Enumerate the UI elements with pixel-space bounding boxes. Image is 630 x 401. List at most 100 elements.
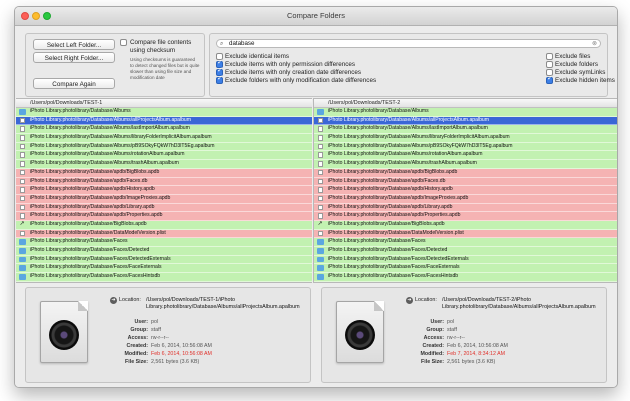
list-item[interactable]: ↗ iPhoto Library.photolibrary/Database/Bi…	[314, 220, 617, 230]
list-item[interactable]: iPhoto Library.photolibrary/Database/Alb…	[16, 116, 312, 126]
list-item[interactable]: iPhoto Library.photolibrary/Database/apd…	[16, 177, 312, 187]
exclude-files-option[interactable]: Exclude files	[546, 53, 590, 60]
group-row: Group: staff	[426, 327, 457, 333]
exclude-folders-checkbox[interactable]	[546, 61, 553, 68]
access-row: Access: rw-r--r--	[423, 335, 465, 341]
created-row: Created: Feb 6, 2014, 10:56:08 AM	[126, 343, 212, 349]
checksum-option[interactable]: Compare file contents using checksum	[120, 39, 204, 54]
exclude-modification-checkbox[interactable]	[216, 75, 223, 84]
list-item-label: iPhoto Library.photolibrary/Database/Big…	[328, 220, 445, 227]
list-item[interactable]: iPhoto Library.photolibrary/Database/Fac…	[314, 247, 617, 256]
reveal-location-icon[interactable]: ➜	[110, 297, 117, 304]
file-icon	[318, 161, 323, 167]
file-icon	[20, 152, 25, 158]
list-item[interactable]: iPhoto Library.photolibrary/Database/Dat…	[16, 229, 312, 239]
exclude-symlinks-option[interactable]: Exclude symLinks	[546, 69, 605, 76]
left-file-list[interactable]: /Users/pol/Downloads/TEST-1 iPhoto Libra…	[16, 98, 312, 283]
list-item[interactable]: iPhoto Library.photolibrary/Database/Alb…	[314, 151, 617, 161]
list-item[interactable]: iPhoto Library.photolibrary/Database/apd…	[16, 186, 312, 195]
list-item-label: iPhoto Library.photolibrary/Database/apd…	[30, 186, 155, 193]
folder-icon	[317, 274, 324, 280]
list-item[interactable]: iPhoto Library.photolibrary/Database/Alb…	[314, 116, 617, 126]
group-row: Group: staff	[130, 327, 161, 333]
list-item[interactable]: ↗ iPhoto Library.photolibrary/Database/Bi…	[16, 220, 312, 230]
list-item[interactable]: iPhoto Library.photolibrary/Database/Fac…	[314, 273, 617, 282]
right-file-info: ➜ Location: /Users/pol/Downloads/TEST-2/…	[321, 287, 607, 383]
list-item[interactable]: iPhoto Library.photolibrary/Database/Alb…	[16, 134, 312, 143]
file-icon	[20, 126, 25, 132]
list-item-label: iPhoto Library.photolibrary/Database/Fac…	[328, 247, 448, 253]
file-icon	[318, 135, 323, 141]
list-item[interactable]: iPhoto Library.photolibrary/Database/apd…	[314, 186, 617, 195]
list-item[interactable]: iPhoto Library.photolibrary/Database/apd…	[314, 203, 617, 213]
exclude-folders-option[interactable]: Exclude folders	[546, 61, 598, 68]
list-item[interactable]: iPhoto Library.photolibrary/Database/Fac…	[16, 264, 312, 274]
search-input[interactable]: database	[229, 40, 254, 48]
list-item[interactable]: iPhoto Library.photolibrary/Database/apd…	[314, 212, 617, 221]
list-item[interactable]: iPhoto Library.photolibrary/Database/Alb…	[16, 125, 312, 135]
select-left-folder-button[interactable]: Select Left Folder...	[33, 39, 115, 50]
list-item[interactable]: iPhoto Library.photolibrary/Database/Alb…	[16, 108, 312, 117]
list-item[interactable]: iPhoto Library.photolibrary/Database/Alb…	[314, 125, 617, 135]
list-item[interactable]: iPhoto Library.photolibrary/Database/Fac…	[16, 255, 312, 265]
exclude-modification-option[interactable]: Exclude folders with only modification d…	[216, 75, 376, 84]
folder-icon	[317, 248, 324, 254]
list-item-label: iPhoto Library.photolibrary/Database/Dat…	[328, 229, 464, 236]
exclude-permission-option[interactable]: Exclude items with only permission diffe…	[216, 59, 355, 68]
clear-search-icon[interactable]: ⊗	[592, 40, 597, 48]
list-item-label: iPhoto Library.photolibrary/Database/apd…	[328, 212, 461, 219]
list-item-label: iPhoto Library.photolibrary/Database/apd…	[328, 186, 453, 193]
reveal-location-icon[interactable]: ➜	[406, 297, 413, 304]
right-file-list[interactable]: /Users/pol/Downloads/TEST-2 iPhoto Libra…	[313, 98, 617, 283]
list-item[interactable]: iPhoto Library.photolibrary/Database/Alb…	[16, 151, 312, 161]
exclude-creation-option[interactable]: Exclude items with only creation date di…	[216, 67, 361, 76]
left-file-info: ➜ Location: /Users/pol/Downloads/TEST-1/…	[25, 287, 311, 383]
list-item[interactable]: iPhoto Library.photolibrary/Database/apd…	[314, 177, 617, 187]
info-area: ➜ Location: /Users/pol/Downloads/TEST-1/…	[15, 283, 617, 387]
exclude-identical-option[interactable]: Exclude identical items	[216, 53, 289, 60]
list-item[interactable]: iPhoto Library.photolibrary/Database/Fac…	[16, 247, 312, 256]
list-item[interactable]: iPhoto Library.photolibrary/Database/Alb…	[16, 142, 312, 152]
file-icon	[318, 187, 323, 193]
list-item[interactable]: iPhoto Library.photolibrary/Database/apd…	[16, 203, 312, 213]
list-item[interactable]: iPhoto Library.photolibrary/Database/apd…	[16, 212, 312, 221]
list-item-label: iPhoto Library.photolibrary/Database/Alb…	[328, 151, 483, 158]
folder-icon	[317, 265, 324, 271]
list-item[interactable]: iPhoto Library.photolibrary/Database/Fac…	[314, 238, 617, 247]
list-item[interactable]: iPhoto Library.photolibrary/Database/Alb…	[314, 142, 617, 152]
list-item[interactable]: iPhoto Library.photolibrary/Database/Alb…	[314, 134, 617, 143]
file-icon	[20, 143, 25, 150]
alias-icon: ↗	[317, 220, 323, 227]
list-item-label: iPhoto Library.photolibrary/Database/apd…	[30, 177, 148, 184]
folder-icon	[19, 265, 26, 271]
search-field[interactable]: ⌕ database ⊗	[216, 39, 601, 48]
list-item[interactable]: iPhoto Library.photolibrary/Database/apd…	[16, 168, 312, 178]
list-item[interactable]: iPhoto Library.photolibrary/Database/Alb…	[16, 160, 312, 169]
compare-again-button[interactable]: Compare Again	[33, 78, 115, 89]
list-item[interactable]: iPhoto Library.photolibrary/Database/Fac…	[16, 273, 312, 282]
window-title: Compare Folders	[287, 11, 345, 20]
list-item[interactable]: iPhoto Library.photolibrary/Database/Fac…	[314, 255, 617, 265]
list-item-label: iPhoto Library.photolibrary/Database/Alb…	[328, 116, 490, 123]
list-item[interactable]: iPhoto Library.photolibrary/Database/Dat…	[314, 229, 617, 239]
list-item[interactable]: iPhoto Library.photolibrary/Database/apd…	[314, 168, 617, 178]
list-item-label: iPhoto Library.photolibrary/Database/Alb…	[328, 125, 488, 132]
select-right-folder-button[interactable]: Select Right Folder...	[33, 52, 115, 63]
list-item-label: iPhoto Library.photolibrary/Database/Alb…	[328, 108, 429, 114]
exclude-hidden-option[interactable]: Exclude hidden items	[546, 75, 615, 84]
list-item-label: iPhoto Library.photolibrary/Database/apd…	[30, 194, 171, 201]
file-icon	[318, 169, 323, 176]
list-item-label: iPhoto Library.photolibrary/Database/Fac…	[30, 247, 150, 253]
list-item[interactable]: iPhoto Library.photolibrary/Database/Fac…	[314, 264, 617, 274]
exclude-hidden-checkbox[interactable]	[546, 75, 553, 84]
right-list-rows: iPhoto Library.photolibrary/Database/Alb…	[314, 108, 617, 282]
file-icon	[318, 152, 323, 158]
exclude-files-checkbox[interactable]	[546, 53, 553, 60]
list-item[interactable]: iPhoto Library.photolibrary/Database/apd…	[16, 194, 312, 204]
file-icon	[318, 117, 323, 124]
list-item[interactable]: iPhoto Library.photolibrary/Database/apd…	[314, 194, 617, 204]
list-item[interactable]: iPhoto Library.photolibrary/Database/Alb…	[314, 160, 617, 169]
list-item[interactable]: iPhoto Library.photolibrary/Database/Alb…	[314, 108, 617, 117]
checksum-checkbox[interactable]	[120, 39, 127, 46]
list-item[interactable]: iPhoto Library.photolibrary/Database/Fac…	[16, 238, 312, 247]
